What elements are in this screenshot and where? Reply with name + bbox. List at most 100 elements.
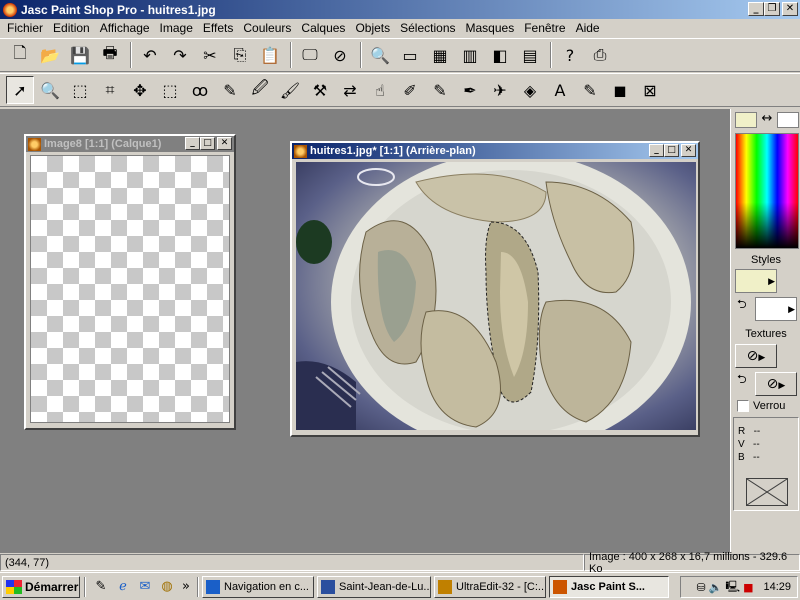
doc-minimize-button[interactable]: _: [649, 144, 664, 157]
magic-wand-icon[interactable]: ✎: [216, 76, 244, 104]
histogram-icon[interactable]: ▥: [456, 41, 484, 69]
menu-item[interactable]: Effets: [198, 21, 238, 35]
move-tool-icon[interactable]: ✥: [126, 76, 154, 104]
menu-item[interactable]: Aide: [571, 21, 605, 35]
ql-more-icon[interactable]: »: [180, 578, 192, 596]
color-palette-icon[interactable]: ▦: [426, 41, 454, 69]
print-icon[interactable]: 🖶: [96, 41, 124, 69]
doc-window-image8[interactable]: Image8 [1:1] (Calque1) _ □ ✕: [24, 134, 236, 430]
doc-window-huitres1[interactable]: huitres1.jpg* [1:1] (Arrière-plan) _ □ ✕: [290, 141, 700, 437]
swap-styles-icon[interactable]: ⮌: [737, 295, 747, 316]
menu-item[interactable]: Couleurs: [238, 21, 296, 35]
foreground-texture-button[interactable]: ⊘▶: [735, 344, 777, 368]
new-file-icon[interactable]: 🗋: [6, 41, 34, 69]
taskbar-task[interactable]: Saint-Jean-de-Lu...: [317, 575, 431, 598]
selection-tool-icon[interactable]: ⬚: [156, 76, 184, 104]
menu-item[interactable]: Fichier: [2, 21, 48, 35]
ql-outlook-icon[interactable]: ✉: [136, 578, 154, 596]
doc-title-image8: Image8 [1:1] (Calque1): [44, 138, 162, 150]
taskbar-task-label: Navigation en c...: [224, 580, 309, 593]
eraser-icon[interactable]: ✎: [426, 76, 454, 104]
redo-icon[interactable]: ↷: [166, 41, 194, 69]
background-texture-button[interactable]: ⊘▶: [755, 372, 797, 396]
flood-fill-icon[interactable]: ◈: [516, 76, 544, 104]
start-button[interactable]: Démarrer: [2, 575, 80, 598]
taskbar-task[interactable]: Navigation en c...: [202, 575, 314, 598]
lock-checkbox[interactable]: [737, 400, 749, 412]
background-style-swatch[interactable]: ▶: [755, 297, 797, 321]
menu-item[interactable]: Fenêtre: [519, 21, 570, 35]
scanner-icon[interactable]: ⎙: [586, 41, 614, 69]
menu-item[interactable]: Objets: [350, 21, 395, 35]
scratch-remover-icon[interactable]: ✐: [396, 76, 424, 104]
oysters-photo-canvas[interactable]: [296, 162, 696, 430]
window-icon[interactable]: ▤: [516, 41, 544, 69]
background-color-swatch[interactable]: [777, 112, 799, 128]
swap-textures-icon[interactable]: ⮌: [737, 370, 747, 391]
overview-icon[interactable]: 🔍: [366, 41, 394, 69]
cancel-icon[interactable]: ⊘: [326, 41, 354, 69]
copy-icon[interactable]: ⎘: [226, 41, 254, 69]
deform-tool-icon[interactable]: ⬚: [66, 76, 94, 104]
open-folder-icon[interactable]: 📂: [36, 41, 64, 69]
airbrush-icon[interactable]: ✈: [486, 76, 514, 104]
restore-button[interactable]: ❐: [764, 2, 780, 16]
menu-item[interactable]: Image: [155, 21, 198, 35]
taskbar-task[interactable]: UltraEdit-32 - [C:...: [434, 575, 546, 598]
full-screen-preview-icon[interactable]: 🖵: [296, 41, 324, 69]
freehand-selection-icon[interactable]: ꝏ: [186, 76, 214, 104]
menu-item[interactable]: Edition: [48, 21, 95, 35]
doc-close-button[interactable]: ✕: [217, 137, 232, 150]
clone-brush-icon[interactable]: ⚒: [306, 76, 334, 104]
preset-shapes-icon[interactable]: ◼: [606, 76, 634, 104]
mdi-workspace[interactable]: Image8 [1:1] (Calque1) _ □ ✕ huitres1.jp…: [0, 109, 730, 553]
menu-item[interactable]: Masques: [461, 21, 520, 35]
ql-ie-icon[interactable]: ℯ: [114, 578, 132, 596]
doc-maximize-button[interactable]: □: [664, 144, 679, 157]
menu-item[interactable]: Calques: [296, 21, 350, 35]
doc-minimize-button[interactable]: _: [185, 137, 200, 150]
doc-maximize-button[interactable]: □: [200, 137, 215, 150]
text-tool-icon[interactable]: A: [546, 76, 574, 104]
picture-tube-icon[interactable]: ✒: [456, 76, 484, 104]
doc-titlebar-huitres1[interactable]: huitres1.jpg* [1:1] (Arrière-plan) _ □ ✕: [292, 143, 698, 159]
tray-monitor-icon[interactable]: 🖳: [725, 578, 740, 597]
paste-icon[interactable]: 📋: [256, 41, 284, 69]
draw-tool-icon[interactable]: ✎: [576, 76, 604, 104]
doc-close-button[interactable]: ✕: [681, 144, 696, 157]
color-spectrum-picker[interactable]: [735, 133, 799, 249]
close-button[interactable]: ✕: [782, 2, 798, 16]
ql-desktop-icon[interactable]: ✎: [92, 578, 110, 596]
transparent-canvas[interactable]: [30, 155, 230, 423]
menu-item[interactable]: Sélections: [395, 21, 460, 35]
retouch-icon[interactable]: ☝: [366, 76, 394, 104]
paintbrush-icon[interactable]: 🖌: [276, 76, 304, 104]
psp-app-icon[interactable]: [3, 2, 17, 17]
zoom-tool-icon[interactable]: 🔍: [36, 76, 64, 104]
app-titlebar[interactable]: Jasc Paint Shop Pro - huitres1.jpg _ ❐ ✕: [0, 0, 800, 19]
tray-volume-icon[interactable]: 🔈: [709, 581, 723, 594]
swap-colors-icon[interactable]: ↔: [759, 111, 775, 127]
tray-app-icon[interactable]: ■: [743, 581, 753, 594]
vector-object-icon[interactable]: ⊠: [636, 76, 664, 104]
foreground-color-swatch[interactable]: [735, 112, 757, 128]
foreground-style-swatch[interactable]: ▶: [735, 269, 777, 293]
toolbar-separator: [550, 42, 552, 68]
cut-icon[interactable]: ✂: [196, 41, 224, 69]
dropper-icon[interactable]: 🖉: [246, 76, 274, 104]
undo-icon[interactable]: ↶: [136, 41, 164, 69]
help-icon[interactable]: ?: [556, 41, 584, 69]
doc-titlebar-image8[interactable]: Image8 [1:1] (Calque1) _ □ ✕: [26, 136, 234, 152]
tool-options-icon[interactable]: ▭: [396, 41, 424, 69]
color-replacer-icon[interactable]: ⇄: [336, 76, 364, 104]
save-icon[interactable]: 💾: [66, 41, 94, 69]
layer-palette-icon[interactable]: ◧: [486, 41, 514, 69]
ql-ultraedit-icon[interactable]: ◍: [158, 578, 176, 596]
taskbar-task[interactable]: Jasc Paint S...: [549, 575, 669, 598]
menu-item[interactable]: Affichage: [95, 21, 155, 35]
minimize-button[interactable]: _: [748, 2, 764, 16]
crop-tool-icon[interactable]: ⌗: [96, 76, 124, 104]
tray-network-icon[interactable]: ⛁: [696, 581, 705, 594]
clock[interactable]: 14:29: [763, 581, 791, 593]
arrow-tool-icon[interactable]: ➚: [6, 76, 34, 104]
